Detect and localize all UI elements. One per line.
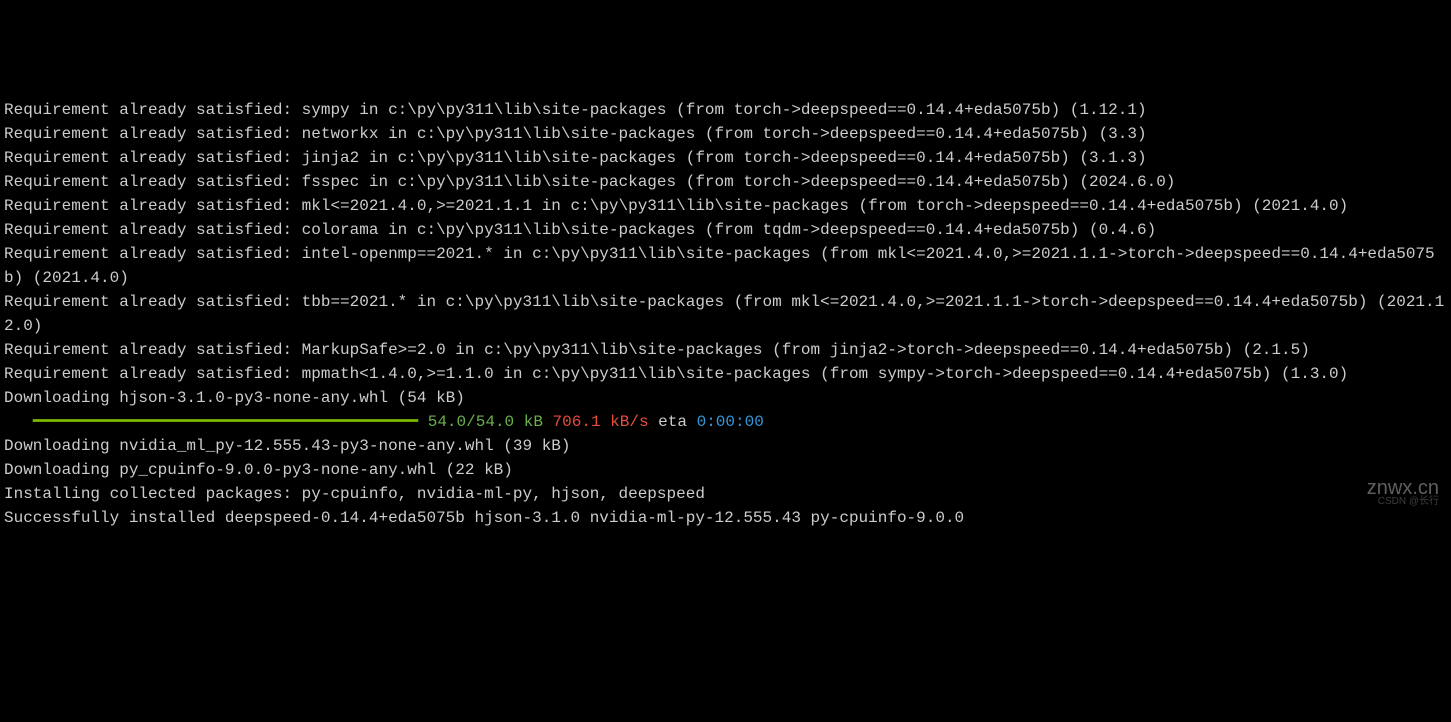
terminal-output-line: Requirement already satisfied: intel-ope… [4, 242, 1447, 290]
terminal-output-line: Requirement already satisfied: fsspec in… [4, 170, 1447, 194]
terminal-output-line: Requirement already satisfied: sympy in … [4, 98, 1447, 122]
progress-size: 54.0/54.0 kB [418, 413, 543, 431]
progress-speed: 706.1 kB/s [543, 413, 649, 431]
terminal-output-line: Requirement already satisfied: mpmath<1.… [4, 362, 1447, 386]
terminal-download-line: Downloading nvidia_ml_py-12.555.43-py3-n… [4, 434, 1447, 458]
progress-bar: ━━━━━━━━━━━━━━━━━━━━━━━━━━━━━━━━━━━━━━━━ [4, 413, 418, 431]
terminal-output-line: Requirement already satisfied: jinja2 in… [4, 146, 1447, 170]
terminal-output-line: Requirement already satisfied: networkx … [4, 122, 1447, 146]
terminal-output-line: Requirement already satisfied: mkl<=2021… [4, 194, 1447, 218]
progress-eta-label: eta [649, 413, 697, 431]
progress-time: 0:00:00 [697, 413, 764, 431]
terminal-output-line: Requirement already satisfied: tbb==2021… [4, 290, 1447, 338]
terminal-progress-line: ━━━━━━━━━━━━━━━━━━━━━━━━━━━━━━━━━━━━━━━━… [4, 410, 1447, 434]
terminal-download-line: Downloading py_cpuinfo-9.0.0-py3-none-an… [4, 458, 1447, 482]
terminal-download-line: Downloading hjson-3.1.0-py3-none-any.whl… [4, 386, 1447, 410]
terminal-output-line: Requirement already satisfied: MarkupSaf… [4, 338, 1447, 362]
terminal-install-line: Installing collected packages: py-cpuinf… [4, 482, 1447, 506]
terminal-output-line: Requirement already satisfied: colorama … [4, 218, 1447, 242]
watermark-sub: CSDN @长行 [1378, 494, 1439, 509]
terminal-success-line: Successfully installed deepspeed-0.14.4+… [4, 506, 1447, 530]
